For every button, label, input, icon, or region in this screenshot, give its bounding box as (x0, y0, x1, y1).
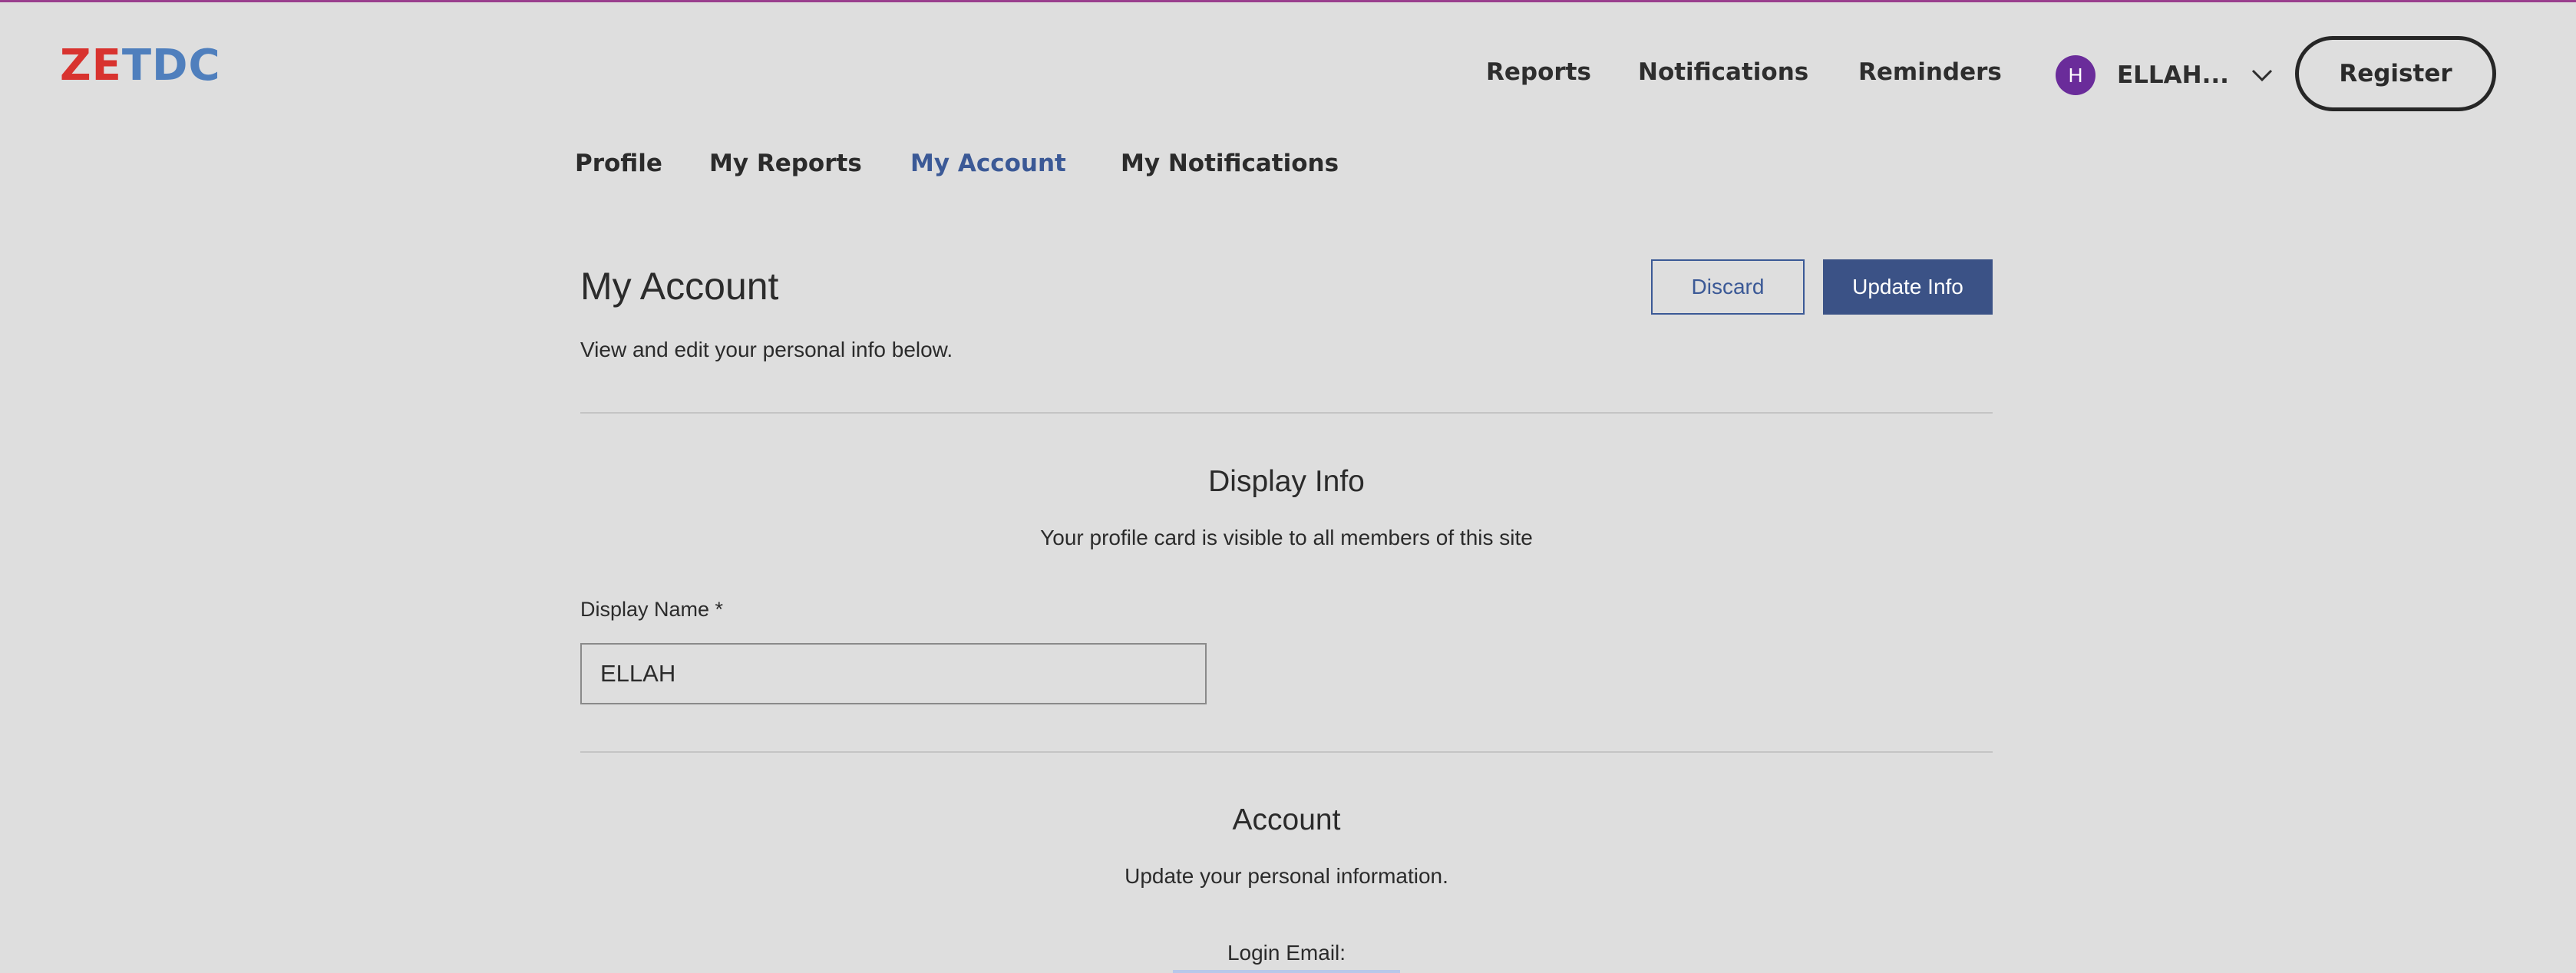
account-description: Update your personal information. (1125, 864, 1448, 888)
display-name-input[interactable] (580, 643, 1207, 704)
account-title: Account (1232, 803, 1341, 836)
avatar: H (2056, 55, 2095, 95)
discard-button[interactable]: Discard (1651, 259, 1805, 315)
site-logo[interactable]: ZETDC (60, 45, 221, 87)
logo-text-tdc: TDC (121, 41, 221, 91)
section-divider (580, 751, 1993, 753)
login-email-field[interactable] (1173, 970, 1400, 973)
login-email-label: Login Email: (1227, 941, 1346, 965)
nav-notifications[interactable]: Notifications (1638, 58, 1808, 86)
chevron-down-icon[interactable] (2251, 68, 2274, 83)
tab-my-account[interactable]: My Account (910, 150, 1066, 177)
nav-reminders[interactable]: Reminders (1858, 58, 2002, 86)
tab-profile[interactable]: Profile (575, 150, 662, 177)
register-button[interactable]: Register (2295, 36, 2496, 111)
logo-text-ze: ZE (60, 41, 122, 91)
top-accent-line (0, 0, 2576, 2)
tab-my-reports[interactable]: My Reports (709, 150, 862, 177)
user-name: ELLAH... (2117, 61, 2229, 89)
nav-reports[interactable]: Reports (1486, 58, 1591, 86)
section-divider (580, 412, 1993, 414)
display-info-title: Display Info (1208, 465, 1365, 498)
tab-my-notifications[interactable]: My Notifications (1121, 150, 1339, 177)
user-menu[interactable]: H ELLAH... (2056, 54, 2274, 97)
update-info-button[interactable]: Update Info (1823, 259, 1993, 315)
page-title: My Account (580, 265, 779, 308)
display-name-label: Display Name * (580, 598, 724, 621)
page-subtitle: View and edit your personal info below. (580, 338, 953, 361)
display-info-description: Your profile card is visible to all memb… (1040, 526, 1533, 549)
